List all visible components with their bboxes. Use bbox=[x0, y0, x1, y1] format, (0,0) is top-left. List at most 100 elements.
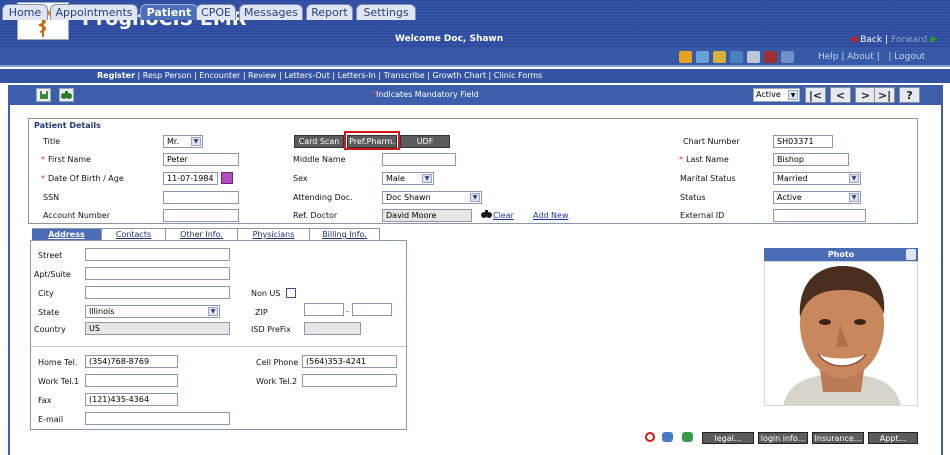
dob-field[interactable]: 11-07-1984 bbox=[163, 172, 218, 185]
email-field[interactable] bbox=[85, 412, 230, 425]
appt-button[interactable]: Appt... bbox=[868, 432, 918, 444]
search-icon[interactable] bbox=[781, 51, 794, 63]
calendar-icon[interactable] bbox=[221, 172, 233, 184]
zip-field-2[interactable] bbox=[352, 303, 392, 316]
status-select[interactable]: Active ▼ bbox=[773, 191, 861, 204]
zip-field-1[interactable] bbox=[304, 303, 344, 316]
legal-button[interactable]: legal... bbox=[702, 432, 754, 444]
chart-number-field: SH03371 bbox=[773, 135, 833, 148]
isd-prefix-field[interactable] bbox=[304, 322, 361, 335]
block-icon[interactable] bbox=[645, 432, 655, 442]
add-new-link[interactable]: Add New bbox=[533, 211, 568, 220]
street-field[interactable] bbox=[85, 248, 230, 261]
back-link[interactable]: ◀ Back | Forward ▶ bbox=[849, 34, 938, 45]
work-tel-1-field[interactable] bbox=[85, 374, 178, 387]
external-id-field[interactable] bbox=[773, 209, 866, 222]
city-label: City bbox=[38, 289, 54, 298]
attending-doc-select[interactable]: Doc Shawn ▼ bbox=[382, 191, 482, 204]
back-arrow-icon: ◀ bbox=[849, 34, 858, 45]
card-scan-button[interactable]: Card Scan bbox=[294, 135, 344, 148]
save-button[interactable] bbox=[36, 88, 51, 102]
marital-status-select[interactable]: Married ▼ bbox=[773, 172, 861, 185]
clear-link[interactable]: Clear bbox=[493, 211, 514, 220]
subtab-contacts[interactable]: Contacts bbox=[102, 228, 166, 240]
hospital-icon[interactable] bbox=[696, 51, 709, 63]
street-label: Street bbox=[38, 251, 63, 260]
address-divider bbox=[31, 346, 406, 347]
first-record-button[interactable]: |< bbox=[805, 87, 826, 103]
forward-label[interactable]: Forward bbox=[891, 35, 927, 45]
patient-details-title: Patient Details bbox=[34, 121, 101, 130]
ssn-field[interactable] bbox=[163, 191, 239, 204]
subnav-items[interactable]: | Resp Person | Encounter | Review | Let… bbox=[135, 71, 543, 80]
mail-icon[interactable] bbox=[764, 51, 777, 63]
work-tel-2-field[interactable] bbox=[302, 374, 397, 387]
prev-record-button[interactable]: < bbox=[830, 87, 851, 103]
patient-photo[interactable] bbox=[764, 261, 918, 406]
first-name-field[interactable]: Peter bbox=[163, 153, 239, 166]
title-label: Title bbox=[43, 137, 61, 146]
tab-settings[interactable]: Settings bbox=[356, 4, 416, 20]
login-info-button[interactable]: login info... bbox=[758, 432, 808, 444]
tab-report[interactable]: Report bbox=[306, 4, 353, 20]
tab-patient[interactable]: Patient bbox=[140, 4, 198, 20]
ref-doctor-field[interactable]: David Moore bbox=[382, 209, 472, 222]
insurance-button[interactable]: Insurance... bbox=[812, 432, 864, 444]
tab-home[interactable]: Home bbox=[2, 4, 48, 20]
subtab-billing-info[interactable]: Billing Info. bbox=[310, 228, 380, 240]
state-select[interactable]: Illinois ▼ bbox=[85, 305, 220, 318]
help-links[interactable]: Help | About | | Logout bbox=[818, 52, 925, 62]
zip-label: ZIP bbox=[255, 308, 268, 317]
dob-label: * Date Of Birth / Age bbox=[41, 174, 124, 183]
users-icon[interactable] bbox=[713, 51, 726, 63]
apt-suite-field[interactable] bbox=[85, 267, 230, 280]
alert-icon[interactable] bbox=[679, 51, 692, 63]
udf-button[interactable]: UDF bbox=[400, 135, 450, 148]
home-tel-field[interactable]: (354)768-8769 bbox=[85, 355, 178, 368]
last-record-button[interactable]: >| bbox=[874, 87, 895, 103]
save-icon bbox=[39, 91, 48, 99]
sex-label: Sex bbox=[293, 174, 308, 183]
user-add-icon[interactable] bbox=[682, 432, 693, 442]
record-status-select[interactable]: Active ▼ bbox=[753, 88, 800, 102]
non-us-label: Non US bbox=[251, 289, 281, 298]
middle-name-field[interactable] bbox=[382, 153, 456, 166]
book-icon[interactable] bbox=[730, 51, 743, 63]
help-button[interactable]: ? bbox=[899, 87, 920, 103]
subnav-register[interactable]: Register bbox=[97, 71, 135, 80]
tool-icons bbox=[679, 51, 794, 63]
highlight-box bbox=[344, 131, 400, 150]
fax-field[interactable]: (121)435-4364 bbox=[85, 393, 178, 406]
tab-appointments[interactable]: Appointments bbox=[50, 4, 138, 20]
tab-messages[interactable]: Messages bbox=[239, 4, 303, 20]
city-field[interactable] bbox=[85, 286, 230, 299]
photo-options-icon[interactable] bbox=[906, 249, 916, 260]
main-tab-bar bbox=[0, 48, 950, 67]
chevron-down-icon: ▼ bbox=[470, 193, 480, 202]
last-name-field[interactable]: Bishop bbox=[773, 153, 849, 166]
non-us-checkbox[interactable] bbox=[286, 288, 296, 298]
status-label: Status bbox=[680, 193, 706, 202]
sub-navigation: Register | Resp Person | Encounter | Rev… bbox=[0, 69, 950, 83]
cell-phone-field[interactable]: (564)353-4241 bbox=[302, 355, 397, 368]
chevron-down-icon: ▼ bbox=[788, 90, 798, 100]
chevron-down-icon: ▼ bbox=[849, 174, 859, 183]
subtab-address[interactable]: Address bbox=[32, 228, 102, 240]
subtab-other-info[interactable]: Other Info. bbox=[166, 228, 238, 240]
checklist-icon[interactable] bbox=[747, 51, 760, 63]
next-record-button[interactable]: > bbox=[855, 87, 876, 103]
chevron-down-icon: ▼ bbox=[208, 307, 218, 316]
find-button[interactable] bbox=[59, 88, 74, 102]
home-tel-label: Home Tel. bbox=[38, 358, 78, 367]
fax-label: Fax bbox=[38, 396, 52, 405]
tab-cpoe[interactable]: CPOE bbox=[196, 4, 236, 20]
sex-select[interactable]: Male ▼ bbox=[382, 172, 434, 185]
country-field[interactable]: US bbox=[85, 322, 230, 335]
marital-status-label: Marital Status bbox=[680, 174, 736, 183]
binoculars-icon[interactable] bbox=[481, 209, 492, 222]
account-number-field[interactable] bbox=[163, 209, 239, 222]
subtab-physicians[interactable]: Physicians bbox=[238, 228, 310, 240]
chart-number-label: Chart Number bbox=[683, 137, 740, 146]
title-select[interactable]: Mr. ▼ bbox=[163, 135, 203, 148]
users-icon[interactable] bbox=[662, 432, 673, 442]
